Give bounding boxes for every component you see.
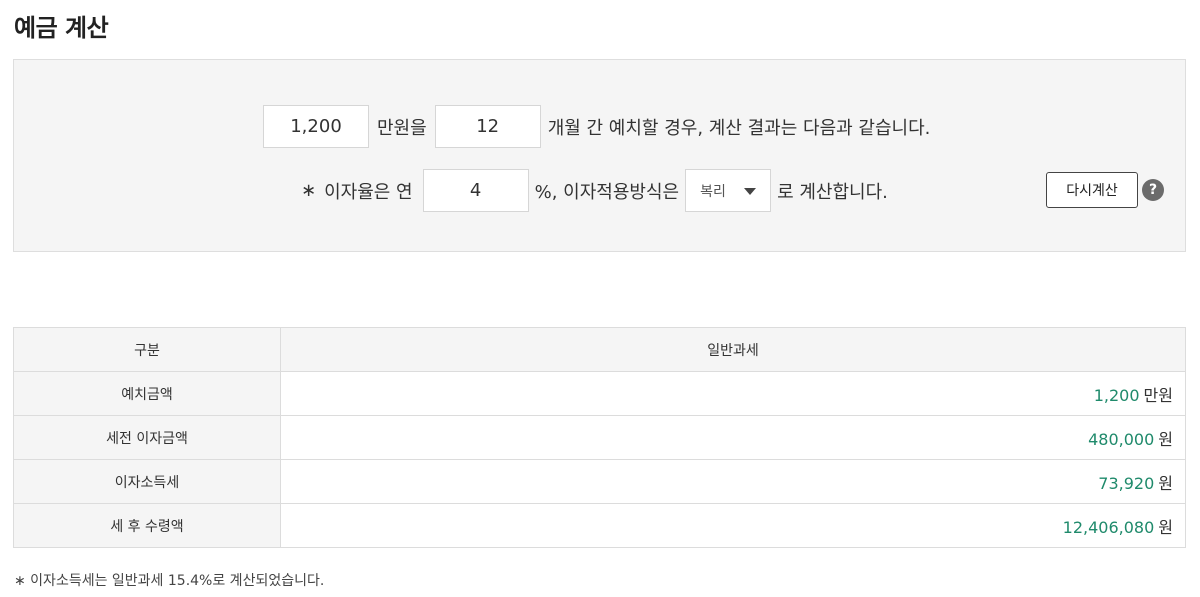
footnote: ∗ 이자소득세는 일반과세 15.4%로 계산되었습니다.: [14, 573, 325, 589]
caret-down-icon: [744, 188, 757, 195]
value-unit: 원: [1158, 517, 1173, 537]
amount-input[interactable]: [263, 105, 369, 148]
row-label-pretax-interest: 세전 이자금액: [13, 415, 281, 460]
row-label-after-tax: 세 후 수령액: [13, 503, 281, 548]
value-number: 73,920: [1098, 473, 1155, 493]
value-number: 1,200: [1093, 385, 1140, 405]
calculator-panel: 만원을 개월 간 예치할 경우, 계산 결과는 다음과 같습니다. ∗ 이자율은…: [13, 59, 1186, 252]
table-row: 이자소득세 73,920 원: [13, 459, 1186, 504]
asterisk-icon: ∗: [301, 180, 317, 201]
interest-method-value: 복리: [700, 183, 726, 200]
recalculate-button[interactable]: 다시계산: [1046, 172, 1138, 208]
value-number: 12,406,080: [1062, 517, 1155, 537]
value-unit: 만원: [1143, 385, 1173, 405]
help-icon[interactable]: ?: [1142, 179, 1164, 201]
amount-period-row: 만원을 개월 간 예치할 경우, 계산 결과는 다음과 같습니다.: [263, 105, 930, 148]
table-row: 세전 이자금액 480,000 원: [13, 415, 1186, 460]
rate-input[interactable]: [422, 169, 529, 212]
row-value-pretax-interest: 480,000 원: [280, 415, 1186, 460]
table-header-row: 구분 일반과세: [13, 327, 1186, 372]
value-number: 480,000: [1088, 429, 1155, 449]
column-header-category: 구분: [13, 327, 281, 372]
value-unit: 원: [1158, 429, 1173, 449]
row-value-deposit: 1,200 만원: [280, 371, 1186, 416]
rate-prefix-label: 이자율은 연: [324, 181, 413, 203]
value-unit: 원: [1158, 473, 1173, 493]
row-value-interest-tax: 73,920 원: [280, 459, 1186, 504]
result-table: 구분 일반과세 예치금액 1,200 만원 세전 이자금액 480,000 원 이자…: [13, 327, 1186, 548]
column-header-general-tax: 일반과세: [280, 327, 1186, 372]
row-label-interest-tax: 이자소득세: [13, 459, 281, 504]
page-title: 예금 계산: [14, 14, 109, 42]
months-suffix-label: 개월 간 예치할 경우, 계산 결과는 다음과 같습니다.: [547, 117, 931, 139]
rate-method-row: ∗ 이자율은 연 %, 이자적용방식은 복리 로 계산합니다.: [301, 169, 888, 212]
amount-unit-label: 만원을: [377, 117, 427, 139]
months-input[interactable]: [434, 105, 541, 148]
table-row: 세 후 수령액 12,406,080 원: [13, 503, 1186, 548]
row-value-after-tax: 12,406,080 원: [280, 503, 1186, 548]
rate-suffix-label: %, 이자적용방식은: [534, 181, 680, 203]
interest-method-select[interactable]: 복리: [685, 169, 772, 212]
row-label-deposit: 예치금액: [13, 371, 281, 416]
table-row: 예치금액 1,200 만원: [13, 371, 1186, 416]
method-suffix-label: 로 계산합니다.: [777, 181, 888, 203]
